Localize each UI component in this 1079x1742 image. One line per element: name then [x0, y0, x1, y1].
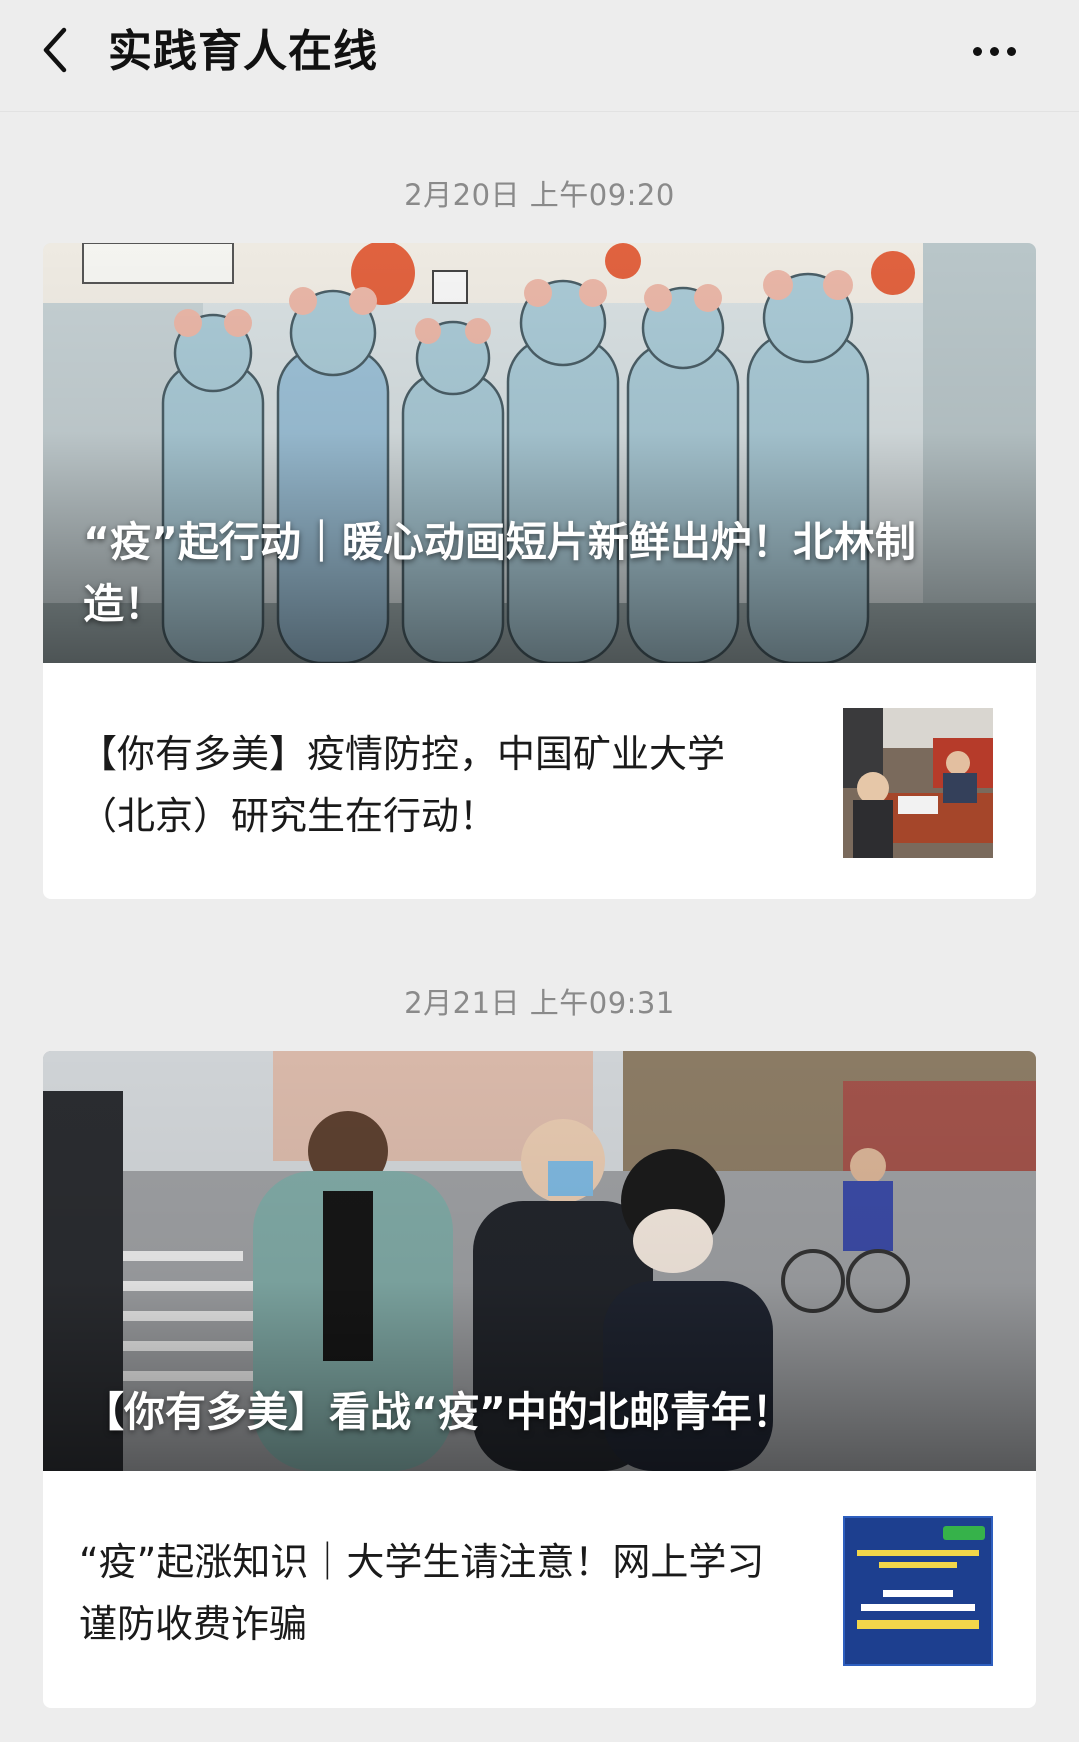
main-article[interactable]: “疫”起行动｜暖心动画短片新鲜出炉！北林制造！ — [43, 243, 1036, 663]
top-bar: 实践育人在线 — [0, 0, 1079, 112]
main-article-title: “疫”起行动｜暖心动画短片新鲜出炉！北林制造！ — [83, 518, 916, 628]
sub-article[interactable]: 【你有多美】疫情防控，中国矿业大学（北京）研究生在行动！ — [43, 663, 1036, 899]
chevron-left-icon — [40, 26, 70, 78]
article-card: 【你有多美】看战“疫”中的北邮青年！ “疫”起涨知识｜大学生请注意！网上学习谨防… — [43, 1051, 1036, 1708]
more-button[interactable] — [959, 26, 1029, 76]
main-article-title: 【你有多美】看战“疫”中的北邮青年！ — [83, 1388, 793, 1436]
page-title: 实践育人在线 — [108, 26, 378, 77]
sub-article-thumbnail — [843, 708, 993, 858]
main-article[interactable]: 【你有多美】看战“疫”中的北邮青年！ — [43, 1051, 1036, 1471]
back-button[interactable] — [30, 22, 80, 82]
sub-article-title: “疫”起涨知识｜大学生请注意！网上学习谨防收费诈骗 — [79, 1540, 765, 1646]
article-card: “疫”起行动｜暖心动画短片新鲜出炉！北林制造！ 【你有多美】疫情防控，中国矿业大… — [43, 243, 1036, 899]
message-timestamp: 2月21日 上午09:31 — [404, 986, 675, 1020]
more-dots-icon — [972, 46, 1016, 56]
sub-article-title: 【你有多美】疫情防控，中国矿业大学（北京）研究生在行动！ — [79, 732, 726, 838]
sub-article[interactable]: “疫”起涨知识｜大学生请注意！网上学习谨防收费诈骗 — [43, 1471, 1036, 1707]
sub-article-thumbnail — [843, 1516, 993, 1666]
message-timestamp: 2月20日 上午09:20 — [404, 178, 675, 212]
